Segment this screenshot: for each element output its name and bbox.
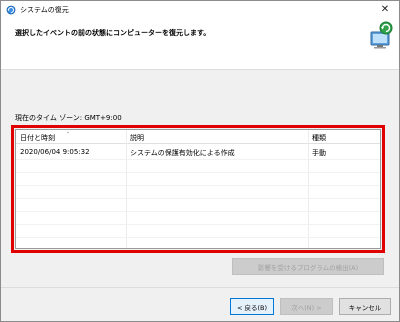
footer-divider [1,287,399,288]
system-restore-window: システムの復元 ✕ 選択したイベントの前の状態にコンピューターを復元します。 現… [0,0,400,322]
title-bar: システムの復元 ✕ [1,1,399,18]
column-header-type[interactable]: 種類 [312,133,326,143]
table-row[interactable]: 2020/06/04 9:05:32 システムの保護有効化による作成 手動 [16,146,380,159]
close-button[interactable]: ✕ [377,2,393,17]
timezone-label: 現在のタイム ゾーン: GMT+9:00 [15,114,122,122]
column-header-description[interactable]: 説明 [130,133,144,143]
row-datetime: 2020/06/04 9:05:32 [20,148,90,156]
row-separator [16,159,380,160]
cancel-button[interactable]: キャンセル [339,298,391,315]
instruction-text: 選択したイベントの前の状態にコンピューターを復元します。 [15,29,211,37]
row-separator [16,224,380,225]
sort-caret-icon: ⌄ [66,129,71,135]
next-button[interactable]: 次へ(N) > [280,298,333,315]
row-separator [16,185,380,186]
row-separator [16,211,380,212]
row-type: 手動 [312,149,326,157]
restore-points-table[interactable]: 日付と時刻 ⌄ 説明 種類 2020/06/04 9:05:32 システムの保護… [15,129,381,249]
row-separator [16,237,380,238]
header-panel: 選択したイベントの前の状態にコンピューターを復元します。 [1,18,399,70]
system-restore-icon [6,5,16,15]
scan-affected-programs-button[interactable]: 影響を受けるプログラムの検出(A) [232,258,384,275]
window-title: システムの復元 [20,6,69,14]
row-separator [16,198,380,199]
back-button[interactable]: < 戻る(B) [230,298,274,315]
row-separator [16,172,380,173]
close-icon: ✕ [380,4,390,15]
table-header: 日付と時刻 ⌄ 説明 種類 [16,130,380,144]
column-header-datetime[interactable]: 日付と時刻 [20,133,55,143]
computer-restore-graphic [370,21,393,49]
row-description: システムの保護有効化による作成 [130,149,235,157]
